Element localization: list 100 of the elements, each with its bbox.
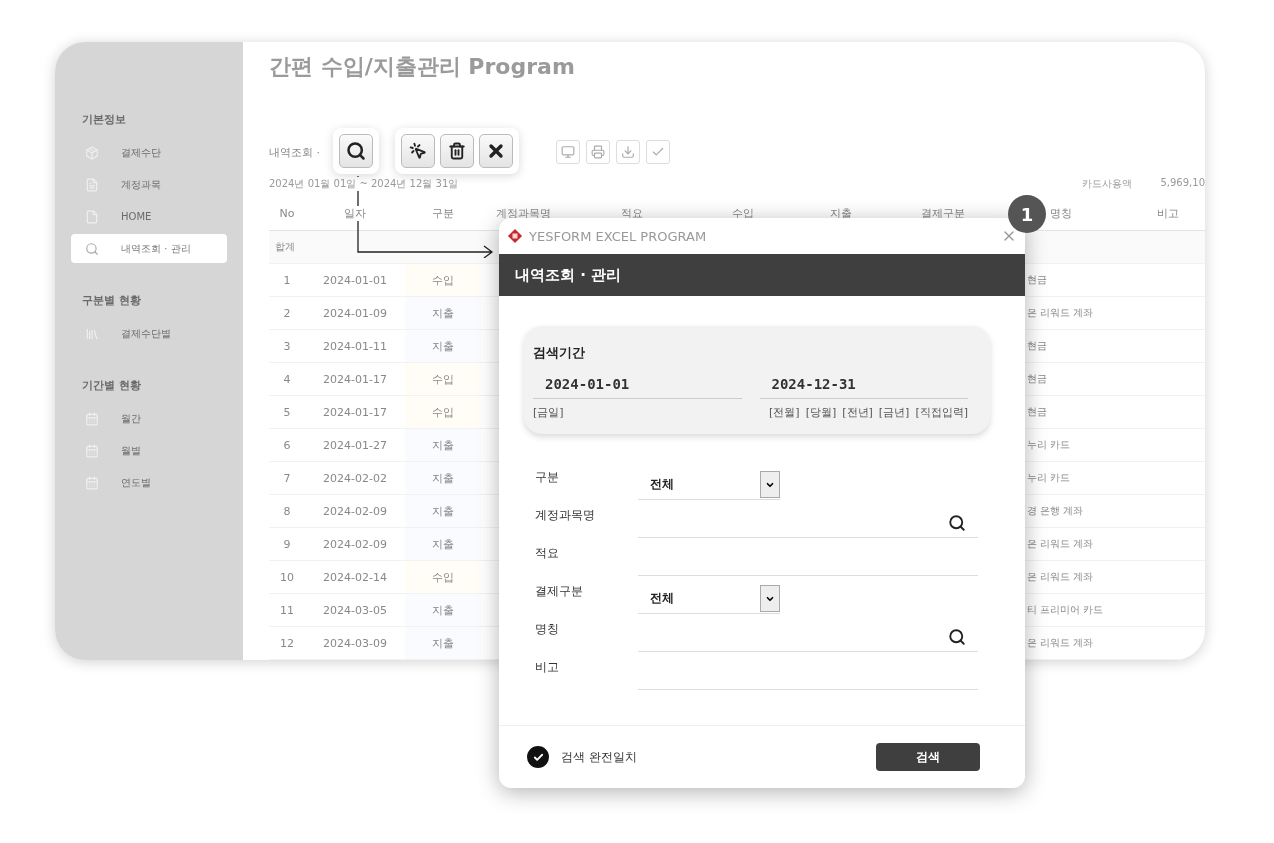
sidebar-item-icon bbox=[85, 411, 99, 426]
table-cell: 현금 bbox=[1027, 273, 1047, 287]
table-cell-text: 12 bbox=[279, 635, 295, 652]
summary-label: 카드사용액 bbox=[1082, 177, 1133, 191]
search-submit-button[interactable]: 검색 bbox=[876, 743, 980, 771]
table-cell: 은 리워드 계좌 bbox=[1027, 306, 1094, 320]
toolbar-button[interactable] bbox=[586, 140, 610, 164]
table-cell-text: 2024-03-05 bbox=[322, 602, 388, 619]
table-cell: 지출 bbox=[405, 330, 481, 362]
sidebar-item[interactable]: 계정과목 bbox=[71, 170, 227, 199]
print-icon bbox=[591, 145, 605, 159]
table-cell-text: 4 bbox=[282, 371, 292, 388]
toolbar-button[interactable] bbox=[616, 140, 640, 164]
column-header: No bbox=[277, 206, 297, 220]
table-cell-text: 6 bbox=[282, 437, 292, 454]
search-icon[interactable] bbox=[948, 627, 966, 646]
table-cell: 지출 bbox=[405, 495, 481, 527]
table-cell-text: 2024-01-11 bbox=[322, 338, 388, 355]
table-cell-text: 2024-03-09 bbox=[322, 635, 388, 652]
quick-period-link[interactable]: [금년] bbox=[878, 405, 910, 420]
table-cell: 지출 bbox=[405, 429, 481, 461]
table-cell-text: 7 bbox=[282, 470, 292, 487]
table-cell: 은 리워드 계좌 bbox=[1027, 570, 1094, 584]
end-date-field[interactable]: 2024-12-31 bbox=[759, 370, 968, 399]
search-button[interactable] bbox=[339, 134, 373, 168]
table-cell: 지출 bbox=[405, 627, 481, 659]
sidebar-item[interactable]: 월별 bbox=[71, 436, 227, 465]
sidebar-item[interactable]: 내역조회 · 관리 bbox=[71, 234, 227, 263]
sidebar-item-icon bbox=[85, 241, 99, 256]
checkmark-icon bbox=[532, 751, 544, 763]
table-cell: 지출 bbox=[405, 528, 481, 560]
breadcrumb: 내역조회 · bbox=[269, 144, 320, 160]
dropdown-field[interactable]: 전체 bbox=[638, 584, 780, 614]
field-label: 비고 bbox=[535, 659, 560, 676]
sidebar-section-title: 기간별 현황 bbox=[81, 378, 142, 394]
quick-period-link[interactable]: [금일] bbox=[533, 405, 564, 420]
table-cell: 현금 bbox=[1027, 405, 1047, 419]
checkbox[interactable] bbox=[527, 746, 549, 768]
table-cell: 은 리워드 계좌 bbox=[1027, 636, 1094, 650]
search-icon bbox=[346, 141, 366, 161]
table-cell-text: 2 bbox=[282, 305, 292, 322]
table-cell-text: 2024-01-17 bbox=[322, 371, 388, 388]
pointer-click-icon bbox=[409, 142, 427, 160]
column-header: 계정과목명 bbox=[493, 205, 553, 221]
sidebar-item[interactable]: 결제수단 bbox=[71, 138, 227, 167]
download-icon bbox=[621, 145, 635, 159]
sidebar-item[interactable]: HOME bbox=[71, 202, 227, 231]
sidebar-item[interactable]: 월간 bbox=[71, 404, 227, 433]
table-cell-text: 3 bbox=[282, 338, 292, 355]
column-header: 비고 bbox=[1155, 205, 1181, 221]
window-title: YESFORM EXCEL PROGRAM bbox=[529, 228, 708, 244]
monitor-icon bbox=[561, 145, 575, 159]
field-label: 구분 bbox=[535, 469, 560, 486]
table-cell: 지출 bbox=[405, 594, 481, 626]
table-cell-text: 2024-01-17 bbox=[322, 404, 388, 421]
sidebar-item-icon bbox=[85, 475, 99, 490]
sidebar-item-icon bbox=[85, 443, 99, 458]
sidebar-item-icon bbox=[85, 145, 99, 160]
table-cell-text: 2024-02-02 bbox=[322, 470, 388, 487]
sidebar-section-title: 기본정보 bbox=[81, 112, 127, 128]
start-date-field[interactable]: 2024-01-01 bbox=[533, 370, 742, 399]
quick-period-link[interactable]: [전년] bbox=[842, 405, 873, 420]
dropdown-field[interactable]: 전체 bbox=[638, 470, 780, 500]
quick-period-link[interactable]: [전월] bbox=[769, 405, 800, 420]
select-button[interactable] bbox=[401, 134, 435, 168]
table-cell: 지출 bbox=[405, 462, 481, 494]
dialog-header: 내역조회 · 관리 bbox=[499, 254, 1025, 296]
sidebar-item[interactable]: 연도별 bbox=[71, 468, 227, 497]
table-cell-text: 2024-02-14 bbox=[322, 569, 388, 586]
checkbox-label: 검색 완전일치 bbox=[561, 748, 637, 766]
sidebar-section-title: 구분별 현황 bbox=[81, 293, 142, 309]
table-cell-text: 1 bbox=[282, 272, 292, 289]
table-cell: 현금 bbox=[1027, 372, 1047, 386]
table-cell-text: 2024-02-09 bbox=[322, 536, 388, 553]
field-label: 적요 bbox=[535, 545, 560, 562]
column-header: 명칭 bbox=[1048, 205, 1074, 221]
quick-period-link[interactable]: [직접입력] bbox=[915, 405, 968, 420]
table-cell: 경 은행 계좌 bbox=[1027, 504, 1084, 518]
table-cell-text: 8 bbox=[282, 503, 292, 520]
search-icon[interactable] bbox=[948, 513, 966, 532]
table-cell-text: 9 bbox=[282, 536, 292, 553]
close-button[interactable] bbox=[479, 134, 513, 168]
toolbar-button[interactable] bbox=[646, 140, 670, 164]
summary-value: 5,969,10 bbox=[1160, 177, 1205, 190]
totals-label: 합계 bbox=[274, 240, 296, 254]
trash-icon bbox=[448, 142, 466, 160]
toolbar-button[interactable] bbox=[556, 140, 580, 164]
table-cell-text: 2024-01-09 bbox=[322, 305, 388, 322]
field-label: 결제구분 bbox=[535, 583, 584, 600]
quick-period-link[interactable]: [당월] bbox=[805, 405, 837, 420]
sidebar-item-icon bbox=[85, 326, 99, 341]
table-cell-text: 2024-02-09 bbox=[322, 503, 388, 520]
table-cell: 누리 카드 bbox=[1027, 438, 1071, 452]
period-title: 검색기간 bbox=[533, 344, 586, 362]
table-cell: 수입 bbox=[405, 396, 481, 428]
table-cell: 수입 bbox=[405, 363, 481, 395]
field-label: 계정과목명 bbox=[535, 507, 596, 524]
delete-button[interactable] bbox=[440, 134, 474, 168]
sidebar-item[interactable]: 결제수단별 bbox=[71, 319, 227, 348]
table-cell: 수입 bbox=[405, 561, 481, 593]
